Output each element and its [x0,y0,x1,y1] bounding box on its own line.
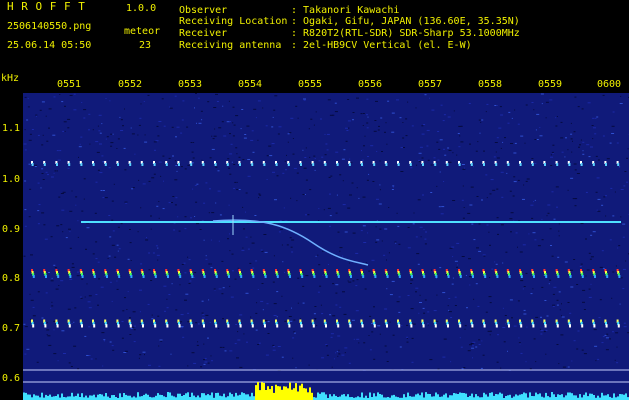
info-value-receiver: : R820T2(RTL-SDR) SDR-Sharp 53.1000MHz [291,28,520,39]
info-label-receiver: Receiver [179,28,228,39]
y-tick-label: 1.0 [2,174,21,185]
y-tick-label: 0.7 [2,323,21,334]
info-label-antenna: Receiving antenna [179,40,282,51]
app-version: 1.0.0 [126,3,157,14]
y-axis-unit: kHz [1,73,20,84]
x-tick-label: 0556 [358,79,383,90]
y-tick-label: 0.8 [2,273,21,284]
x-tick-label: 0600 [597,79,622,90]
x-tick-label: 0557 [418,79,443,90]
info-value-location: : Ogaki, Gifu, JAPAN (136.60E, 35.35N) [291,16,520,27]
y-tick-label: 0.6 [2,373,21,384]
x-tick-label: 0553 [178,79,203,90]
meteor-count: 23 [139,40,152,51]
x-tick-label: 0551 [57,79,82,90]
file-name: 2506140550.png [7,21,92,32]
y-tick-label: 0.9 [2,224,21,235]
spectrogram-canvas [23,93,629,400]
spectrogram-plot [23,93,629,400]
app-title: H R O F F T [7,0,86,13]
x-tick-label: 0552 [118,79,143,90]
x-tick-label: 0558 [478,79,503,90]
x-tick-label: 0555 [298,79,323,90]
hrofft-window: H R O F F T 1.0.0 2506140550.png meteor … [0,0,629,400]
meteor-count-label: meteor [124,26,161,37]
y-tick-label: 1.1 [2,123,21,134]
info-label-location: Receiving Location [179,16,288,27]
date-time: 25.06.14 05:50 [7,40,92,51]
info-value-antenna: : 2el-HB9CV Vertical (el. E-W) [291,40,472,51]
x-tick-label: 0554 [238,79,263,90]
x-tick-label: 0559 [538,79,563,90]
